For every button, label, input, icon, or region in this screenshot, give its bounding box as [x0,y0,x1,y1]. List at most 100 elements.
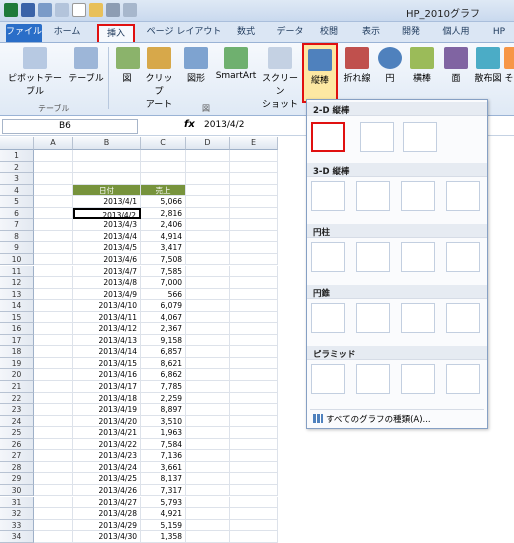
cell[interactable]: 8,897 [141,404,186,416]
row-header[interactable]: 22 [0,392,34,405]
row-header[interactable]: 25 [0,427,34,439]
column-header-E[interactable]: E [230,137,278,150]
cell[interactable]: 4,067 [141,311,186,324]
cell[interactable]: 8,137 [141,473,186,485]
cell[interactable] [34,415,73,428]
cell[interactable] [186,461,230,474]
cell[interactable] [34,438,73,451]
cell[interactable] [34,508,73,520]
row-header[interactable]: 14 [0,300,34,312]
cell[interactable]: 3,417 [141,242,186,254]
cell[interactable] [34,346,73,358]
select-all-corner[interactable] [0,137,34,150]
cell[interactable] [186,357,230,370]
cell[interactable] [230,508,278,520]
cell[interactable]: 2013/4/22 [73,438,141,451]
screenshot-button[interactable]: スクリーン ショット [260,47,300,110]
row-header[interactable]: 3 [0,173,34,185]
print-icon[interactable] [106,3,120,17]
cell[interactable] [34,427,73,439]
chart-cone-clustered[interactable] [311,303,345,333]
cell[interactable]: 8,621 [141,357,186,370]
row-header[interactable]: 2 [0,161,34,174]
cell[interactable]: 2013/4/20 [73,415,141,428]
chart-cone-stacked[interactable] [356,303,390,333]
row-header[interactable]: 30 [0,484,34,497]
cell[interactable]: 2013/4/7 [73,265,141,277]
cell[interactable]: 2013/4/26 [73,484,141,497]
cell[interactable]: 2013/4/11 [73,311,141,324]
cell[interactable] [34,184,73,197]
cell[interactable] [230,404,278,416]
cell[interactable]: 2013/4/9 [73,288,141,301]
cell[interactable] [34,300,73,312]
cell[interactable] [186,381,230,393]
table-button[interactable]: テーブル [68,47,104,84]
chart-2d-clustered-column[interactable] [311,122,345,152]
cell[interactable] [186,404,230,416]
open-icon[interactable] [89,3,103,17]
cell[interactable]: 2013/4/12 [73,323,141,335]
chart-pyramid-100-stacked[interactable] [401,364,435,394]
row-header[interactable]: 10 [0,253,34,266]
cell[interactable] [186,150,230,162]
cell[interactable]: 2013/4/16 [73,369,141,381]
cell[interactable] [230,242,278,254]
row-header[interactable]: 32 [0,508,34,520]
cell[interactable] [186,184,230,197]
cell[interactable]: 2013/4/18 [73,392,141,405]
cell[interactable] [230,173,278,185]
tab-personal[interactable]: 個人用 [438,24,474,42]
row-header[interactable]: 21 [0,381,34,393]
cell[interactable] [34,265,73,277]
smartart-button[interactable]: SmartArt [212,47,260,81]
cell[interactable]: 6,079 [141,300,186,312]
column-header-A[interactable]: A [34,137,73,150]
name-box[interactable]: B6 [2,119,138,134]
cell[interactable] [34,207,73,220]
fx-label[interactable]: fx [184,119,195,130]
cell[interactable] [141,173,186,185]
cell[interactable]: 2013/4/19 [73,404,141,416]
row-header[interactable]: 15 [0,311,34,324]
chart-pyramid-stacked[interactable] [356,364,390,394]
cell[interactable] [34,173,73,185]
cell[interactable] [230,253,278,266]
cell[interactable]: 2013/4/17 [73,381,141,393]
cell[interactable] [34,288,73,301]
scatter-chart-button[interactable]: 散布図 [472,47,504,84]
cell[interactable]: 5,066 [141,196,186,208]
row-header[interactable]: 7 [0,219,34,231]
cell[interactable] [186,392,230,405]
cell[interactable]: 7,785 [141,381,186,393]
cell[interactable] [186,484,230,497]
cell[interactable]: 2013/4/8 [73,277,141,289]
cell[interactable] [186,450,230,462]
cell[interactable] [230,311,278,324]
cell[interactable]: 2013/4/3 [73,219,141,231]
pivot-table-button[interactable]: ピボットテーブル [4,47,66,97]
formula-input[interactable]: 2013/4/2 [204,120,244,130]
chart-cylinder-3d[interactable] [446,242,480,272]
cell[interactable]: 2,406 [141,219,186,231]
cell[interactable] [34,369,73,381]
tab-insert[interactable]: 挿入 [97,24,135,42]
cell[interactable] [141,150,186,162]
cell[interactable] [34,519,73,532]
chart-pyramid-3d[interactable] [446,364,480,394]
cell[interactable]: 2013/4/5 [73,242,141,254]
cell[interactable] [186,346,230,358]
cell[interactable] [186,265,230,277]
tab-page-layout[interactable]: ページ レイアウト [140,24,228,42]
cell[interactable]: 7,584 [141,438,186,451]
cell[interactable]: 7,317 [141,484,186,497]
cell[interactable] [34,242,73,254]
cell[interactable] [230,461,278,474]
cell[interactable] [230,357,278,370]
column-header-B[interactable]: B [73,137,141,150]
cell[interactable]: 2013/4/21 [73,427,141,439]
save-icon[interactable] [21,3,35,17]
cell[interactable]: 2013/4/25 [73,473,141,485]
cell[interactable]: 6,857 [141,346,186,358]
cell[interactable] [34,357,73,370]
